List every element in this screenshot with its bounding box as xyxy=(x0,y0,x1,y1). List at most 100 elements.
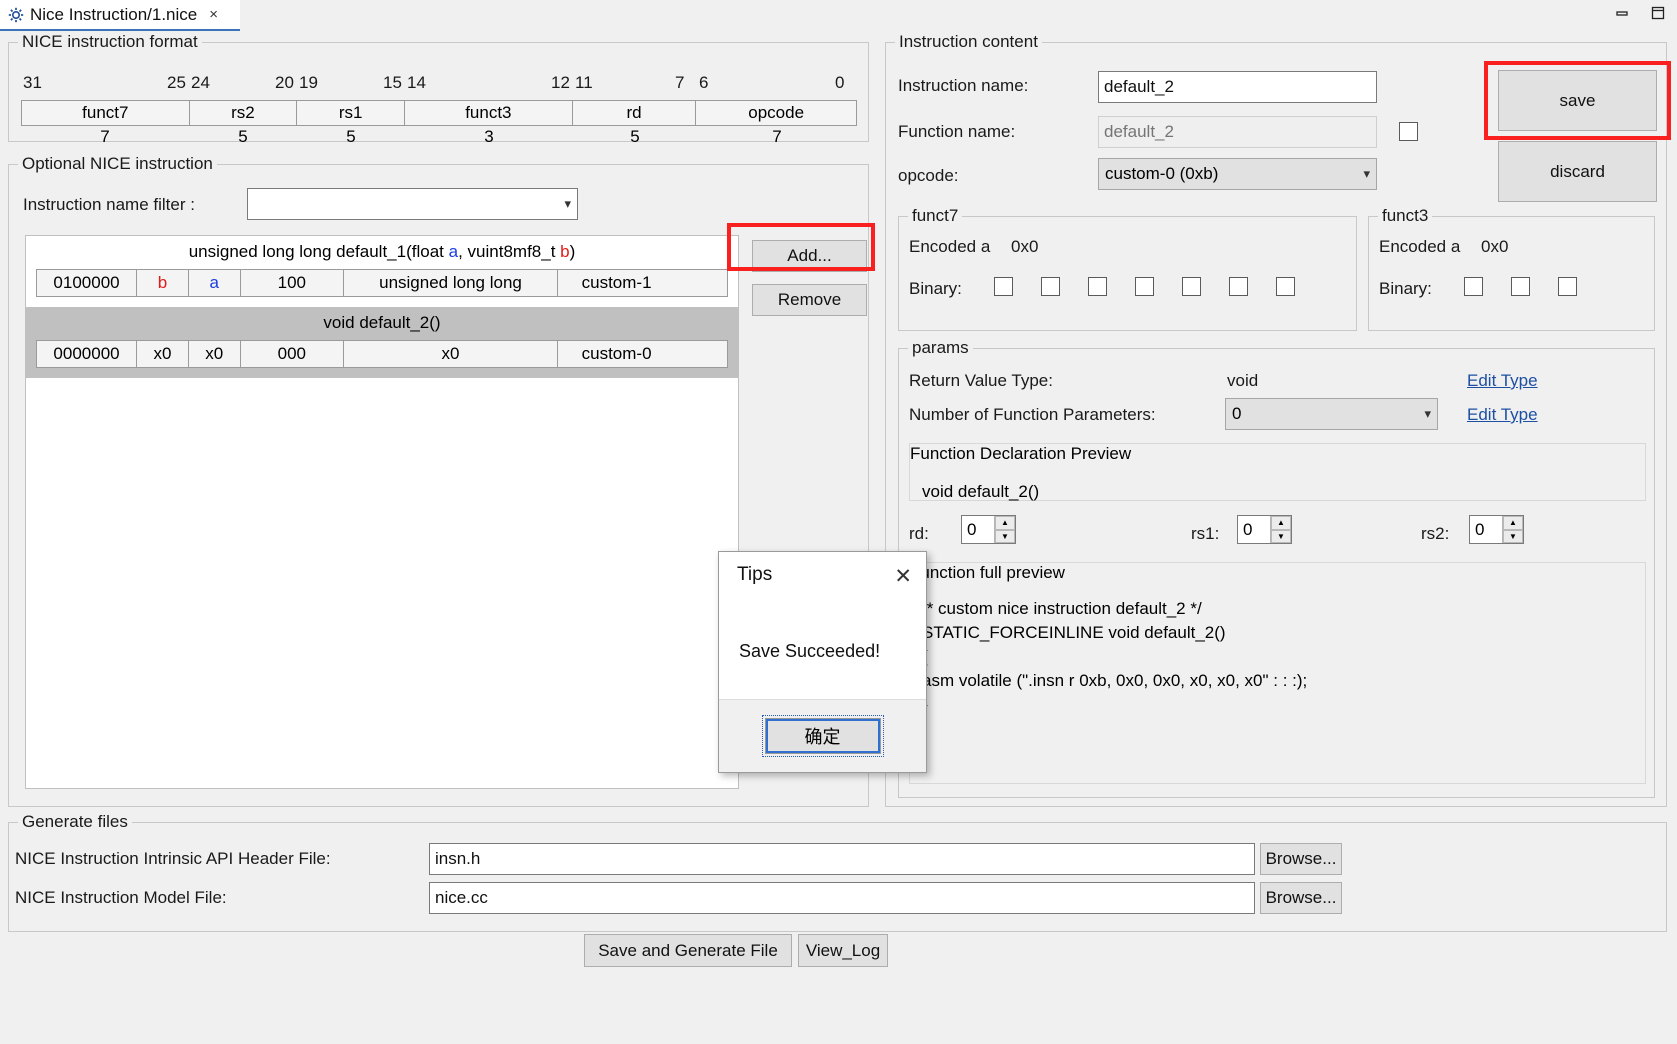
preview-code-line: { xyxy=(910,647,1645,671)
instruction-list-panel[interactable]: unsigned long long default_1(float a, vu… xyxy=(25,235,739,789)
opcode-combo[interactable]: custom-0 (0xb) ▾ xyxy=(1098,158,1377,190)
bit-label-11: 11 xyxy=(575,73,593,92)
declaration-preview-text: void default_2() xyxy=(922,482,1040,501)
rs2-decrement-icon[interactable]: ▼ xyxy=(1503,529,1523,543)
instruction-name-label: Instruction name: xyxy=(898,76,1029,95)
view-log-button[interactable]: View_Log xyxy=(798,934,888,967)
function-full-preview-box: Function full preview /* custom nice ins… xyxy=(909,562,1646,784)
opcode-label: opcode: xyxy=(898,166,959,185)
funct7-bit-5-checkbox[interactable] xyxy=(1229,277,1248,296)
rs1-label: rs1: xyxy=(1191,524,1220,543)
editor-tab[interactable]: Nice Instruction/1.nice × xyxy=(0,0,240,31)
funct7-bit-4-checkbox[interactable] xyxy=(1182,277,1201,296)
format-field-rs1: rs1 xyxy=(297,101,406,125)
instruction-field-cell: custom-1 xyxy=(581,273,652,292)
preview-code-line: asm volatile (".insn r 0xb, 0x0, 0x0, x0… xyxy=(922,671,1308,690)
rs2-input[interactable] xyxy=(1470,516,1502,543)
dialog-close-icon[interactable]: ✕ xyxy=(894,564,912,589)
rs2-increment-icon[interactable]: ▲ xyxy=(1503,516,1523,530)
dialog-footer: 确定 xyxy=(719,699,926,772)
instruction-list-item[interactable]: unsigned long long default_1(float a, vu… xyxy=(26,236,738,307)
num-params-value: 0 xyxy=(1232,404,1242,423)
add-instruction-button[interactable]: Add... xyxy=(752,240,867,272)
funct7-group: funct7 Encoded a 0x0 Binary: xyxy=(898,206,1357,331)
rs1-stepper[interactable]: ▲ ▼ xyxy=(1237,515,1292,544)
bit-label-24: 24 xyxy=(191,73,210,92)
params-group: params Return Value Type: void Edit Type… xyxy=(898,338,1655,798)
function-name-label: Function name: xyxy=(898,122,1016,141)
discard-button[interactable]: discard xyxy=(1498,141,1657,202)
funct7-bit-1-checkbox[interactable] xyxy=(1041,277,1060,296)
bit-label-7: 7 xyxy=(675,73,685,92)
format-field-rs2: rs2 xyxy=(189,101,298,125)
rd-decrement-icon[interactable]: ▼ xyxy=(995,529,1015,543)
full-preview-title: Function full preview xyxy=(910,563,1065,582)
header-browse-button[interactable]: Browse... xyxy=(1260,843,1342,875)
return-type-edit-link[interactable]: Edit Type xyxy=(1467,371,1538,391)
number-of-parameters-combo[interactable]: 0 ▾ xyxy=(1225,398,1438,430)
rs2-label: rs2: xyxy=(1421,524,1450,543)
header-file-label: NICE Instruction Intrinsic API Header Fi… xyxy=(15,849,331,868)
generate-files-group: Generate files NICE Instruction Intrinsi… xyxy=(8,812,1667,932)
instruction-field-cell: 0100000 xyxy=(37,270,138,296)
save-button[interactable]: save xyxy=(1498,70,1657,131)
dialog-ok-button[interactable]: 确定 xyxy=(761,715,884,757)
tips-dialog: Tips ✕ Save Succeeded! 确定 xyxy=(718,551,927,773)
rd-increment-icon[interactable]: ▲ xyxy=(995,516,1015,530)
rd-label: rd: xyxy=(909,524,929,543)
funct7-binary-label: Binary: xyxy=(909,279,962,298)
rd-stepper[interactable]: ▲ ▼ xyxy=(961,515,1016,544)
bit-label-6: 6 xyxy=(699,73,709,92)
funct3-bit-1-checkbox[interactable] xyxy=(1511,277,1530,296)
header-file-input[interactable] xyxy=(429,843,1255,875)
format-width-rs2: 5 xyxy=(238,127,248,146)
parameters-edit-link[interactable]: Edit Type xyxy=(1467,405,1538,425)
bit-label-19: 19 xyxy=(299,73,318,92)
minimize-icon[interactable] xyxy=(1611,2,1633,24)
rs1-decrement-icon[interactable]: ▼ xyxy=(1271,529,1291,543)
window-controls xyxy=(1611,2,1669,24)
function-name-input[interactable] xyxy=(1098,116,1377,148)
instruction-field-cell: 0000000 xyxy=(37,341,138,367)
chevron-down-icon: ▾ xyxy=(1363,166,1370,181)
instruction-field-cell: unsigned long long xyxy=(344,270,558,296)
number-of-parameters-label: Number of Function Parameters: xyxy=(909,405,1156,424)
chevron-down-icon: ▾ xyxy=(1424,406,1431,421)
declaration-preview-title: Function Declaration Preview xyxy=(910,444,1132,463)
instruction-field-cell: x0 xyxy=(189,341,241,367)
format-width-opcode: 7 xyxy=(772,127,782,146)
opcode-value: custom-0 (0xb) xyxy=(1105,164,1219,183)
format-width-rs1: 5 xyxy=(346,127,356,146)
save-and-generate-file-button[interactable]: Save and Generate File xyxy=(584,934,792,967)
format-field-rd: rd xyxy=(572,101,697,125)
bit-label-20: 20 xyxy=(275,73,294,92)
instruction-name-input[interactable] xyxy=(1098,71,1377,103)
funct3-bit-2-checkbox[interactable] xyxy=(1558,277,1577,296)
preview-code-line: } xyxy=(910,695,1645,719)
remove-instruction-button[interactable]: Remove xyxy=(752,284,867,316)
funct3-group: funct3 Encoded a 0x0 Binary: xyxy=(1368,206,1655,331)
instruction-name-filter-combo[interactable]: ▾ xyxy=(247,188,578,220)
funct3-bit-0-checkbox[interactable] xyxy=(1464,277,1483,296)
function-name-override-checkbox[interactable] xyxy=(1399,122,1418,141)
return-value-type-label: Return Value Type: xyxy=(909,371,1053,390)
funct7-bit-6-checkbox[interactable] xyxy=(1276,277,1295,296)
model-browse-button[interactable]: Browse... xyxy=(1260,882,1342,914)
tab-close-icon[interactable]: × xyxy=(209,6,218,23)
funct7-encoded-value: 0x0 xyxy=(1011,237,1039,256)
rs2-stepper[interactable]: ▲ ▼ xyxy=(1469,515,1524,544)
maximize-icon[interactable] xyxy=(1647,2,1669,24)
funct7-bit-3-checkbox[interactable] xyxy=(1135,277,1154,296)
funct7-group-title: funct7 xyxy=(908,206,963,226)
instruction-list-item[interactable]: void default_2() 0000000 x0 x0 000 x0 custom-0 xyxy=(26,307,738,378)
rd-input[interactable] xyxy=(962,516,994,543)
optional-group-title: Optional NICE instruction xyxy=(18,154,217,174)
instruction-name-filter-label: Instruction name filter : xyxy=(23,195,195,214)
rs1-increment-icon[interactable]: ▲ xyxy=(1271,516,1291,530)
funct7-bit-2-checkbox[interactable] xyxy=(1088,277,1107,296)
instruction-field-cell: 100 xyxy=(241,270,345,296)
model-file-input[interactable] xyxy=(429,882,1255,914)
funct7-bit-0-checkbox[interactable] xyxy=(994,277,1013,296)
rs1-input[interactable] xyxy=(1238,516,1270,543)
format-width-rd: 5 xyxy=(630,127,640,146)
